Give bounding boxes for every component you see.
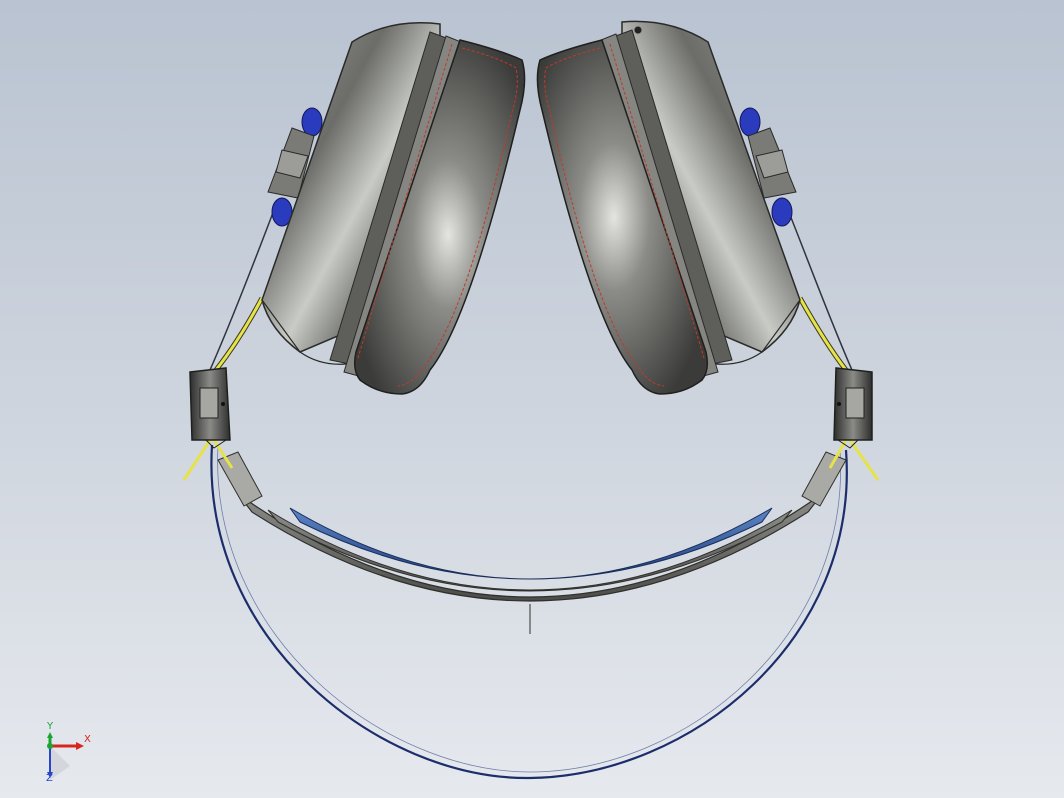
left-hinge[interactable]: [189, 367, 231, 449]
triad-z-label: Z: [46, 773, 53, 784]
triad-y-label: Y: [47, 721, 54, 732]
headband[interactable]: [217, 451, 847, 634]
cad-viewport[interactable]: X Y Z: [0, 0, 1064, 798]
coordinate-triad: X Y Z: [30, 722, 110, 786]
triad-axes-icon: [47, 732, 84, 780]
headphones-model[interactable]: [0, 0, 1064, 798]
right-hinge[interactable]: [833, 367, 873, 449]
triad-x-label: X: [84, 734, 91, 745]
cable-loop[interactable]: [210, 444, 848, 780]
